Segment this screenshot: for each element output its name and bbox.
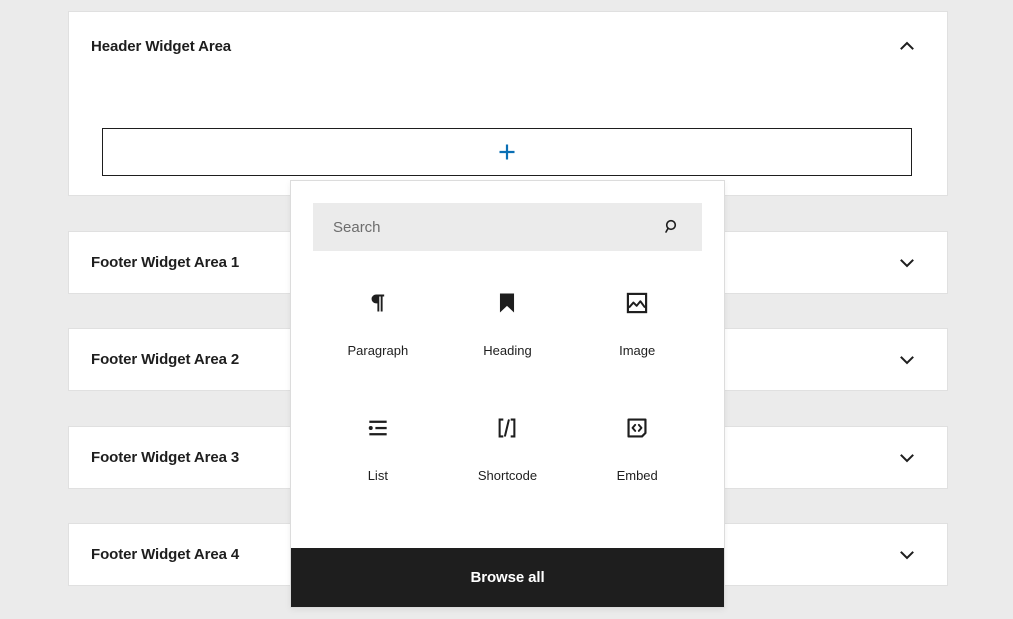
search-wrapper	[291, 181, 724, 251]
chevron-up-icon[interactable]	[889, 28, 925, 64]
block-item-list[interactable]: List	[313, 408, 443, 533]
embed-icon	[617, 408, 657, 448]
browse-all-button[interactable]: Browse all	[291, 548, 724, 607]
chevron-down-icon[interactable]	[889, 342, 925, 378]
block-inserter-popover: Paragraph Heading Image	[290, 180, 725, 608]
list-icon	[358, 408, 398, 448]
block-label: Embed	[616, 468, 658, 483]
block-label: Image	[619, 343, 656, 358]
add-block-button[interactable]	[102, 128, 912, 176]
widgets-editor-screen: Header Widget Area Footer Widget Area 1	[0, 0, 1013, 619]
block-label: Shortcode	[477, 468, 538, 483]
block-item-shortcode[interactable]: Shortcode	[443, 408, 573, 533]
shortcode-icon	[487, 408, 527, 448]
chevron-down-icon[interactable]	[889, 537, 925, 573]
widget-area-title: Footer Widget Area 4	[91, 546, 240, 563]
search-field[interactable]	[313, 203, 702, 251]
plus-icon	[499, 144, 515, 160]
widget-area-title: Footer Widget Area 2	[91, 351, 240, 368]
widget-area-header: Header Widget Area	[68, 11, 948, 196]
chevron-down-icon[interactable]	[889, 440, 925, 476]
block-item-embed[interactable]: Embed	[572, 408, 702, 533]
widget-area-header-bar[interactable]: Header Widget Area	[69, 12, 947, 80]
block-label: Heading	[483, 343, 532, 358]
chevron-down-icon[interactable]	[889, 245, 925, 281]
widget-area-title: Footer Widget Area 1	[91, 254, 240, 271]
block-item-paragraph[interactable]: Paragraph	[313, 283, 443, 408]
image-icon	[617, 283, 657, 323]
block-label: Paragraph	[347, 343, 409, 358]
heading-icon	[487, 283, 527, 323]
block-types-grid: Paragraph Heading Image List Shortcode E…	[291, 251, 724, 548]
widget-area-body	[69, 128, 947, 176]
widget-area-title: Header Widget Area	[91, 37, 232, 55]
block-item-heading[interactable]: Heading	[443, 283, 573, 408]
block-item-image[interactable]: Image	[572, 283, 702, 408]
block-label: List	[367, 468, 388, 483]
widget-area-title: Footer Widget Area 3	[91, 449, 240, 466]
search-input[interactable]	[313, 203, 702, 251]
paragraph-icon	[358, 283, 398, 323]
